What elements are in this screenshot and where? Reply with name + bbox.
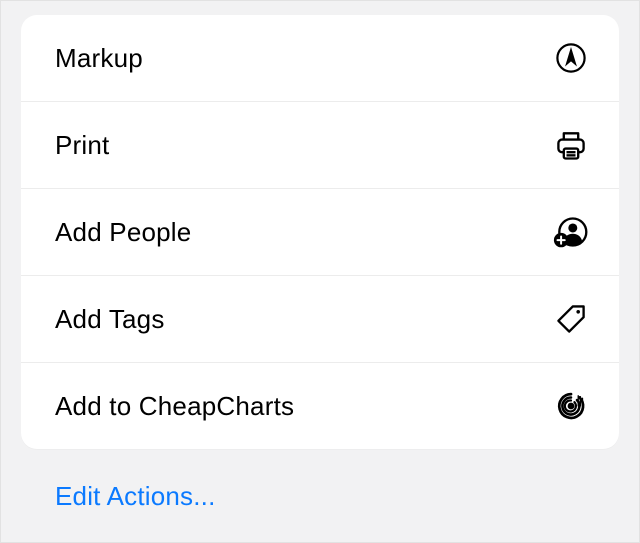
- cheapcharts-icon: [551, 386, 591, 426]
- printer-icon: [551, 125, 591, 165]
- action-label: Add Tags: [55, 304, 165, 335]
- action-label: Print: [55, 130, 109, 161]
- markup-icon: [551, 38, 591, 78]
- action-add-tags[interactable]: Add Tags: [21, 275, 619, 362]
- action-label: Markup: [55, 43, 143, 74]
- action-label: Add People: [55, 217, 191, 248]
- action-add-to-cheapcharts[interactable]: Add to CheapCharts: [21, 362, 619, 449]
- action-markup[interactable]: Markup: [21, 15, 619, 101]
- action-add-people[interactable]: Add People: [21, 188, 619, 275]
- action-label: Add to CheapCharts: [55, 391, 294, 422]
- tag-icon: [551, 299, 591, 339]
- action-print[interactable]: Print: [21, 101, 619, 188]
- add-people-icon: [551, 212, 591, 252]
- edit-actions-link[interactable]: Edit Actions...: [55, 481, 216, 512]
- share-sheet-actions: Markup Print Add People: [21, 15, 619, 449]
